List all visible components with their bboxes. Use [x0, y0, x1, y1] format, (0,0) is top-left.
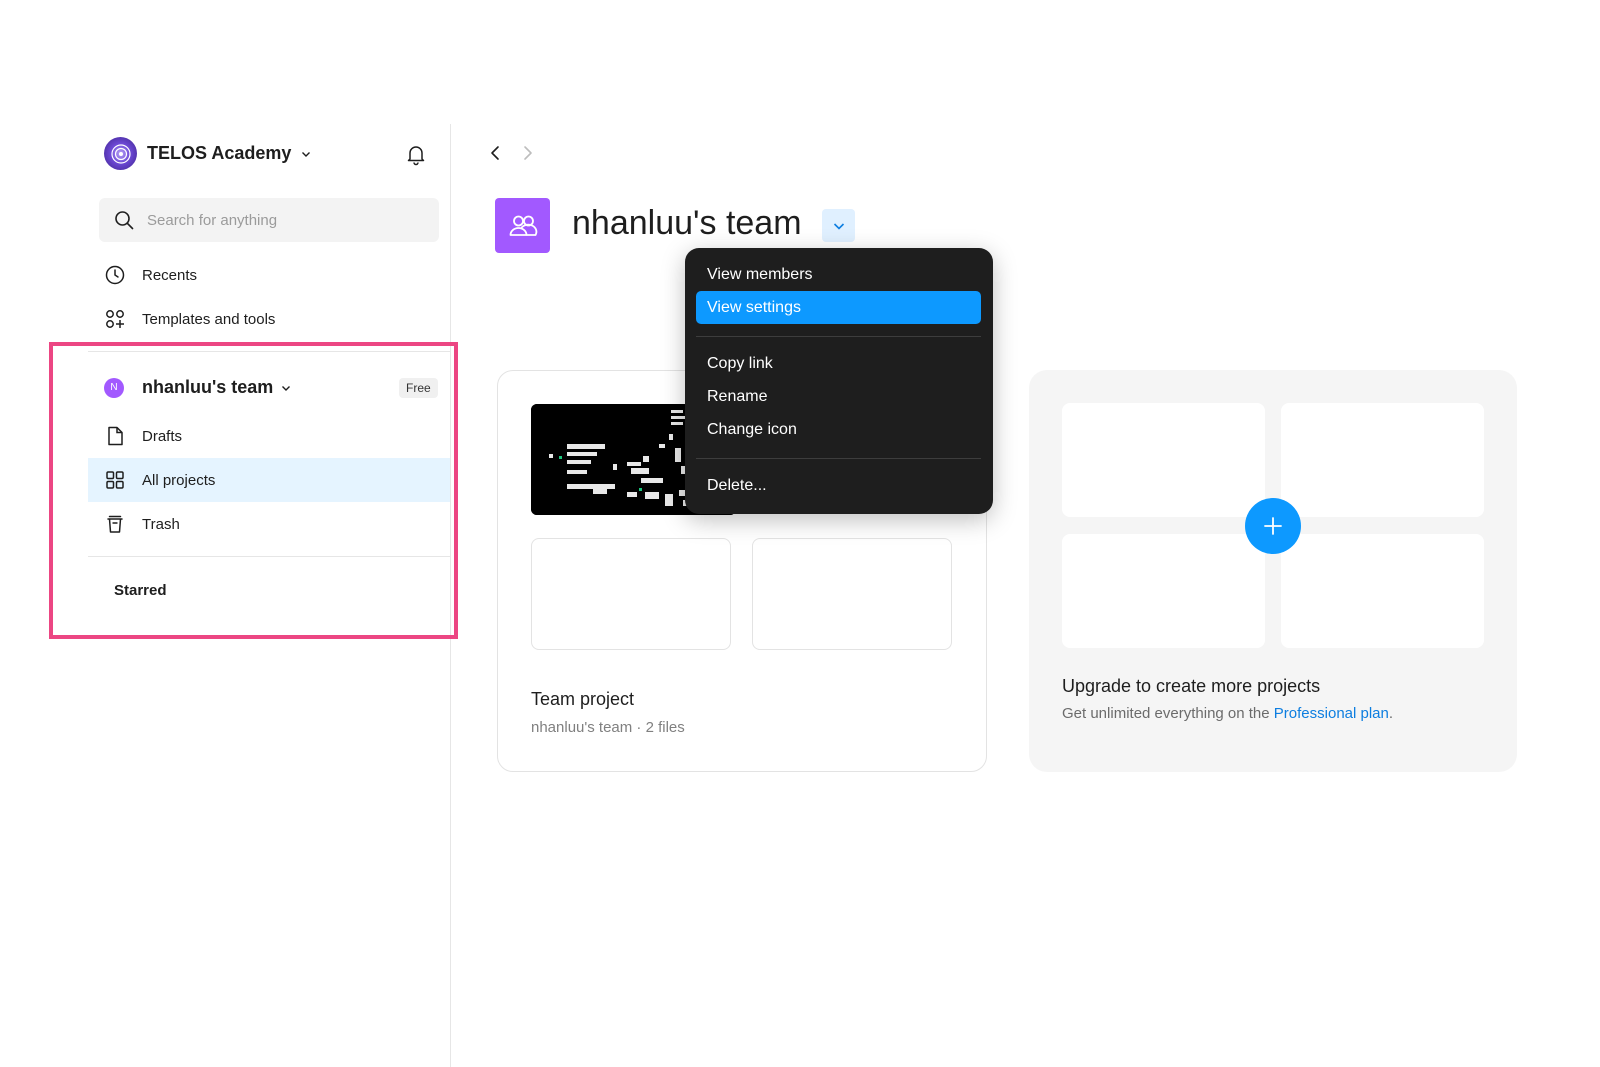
- plan-badge: Free: [399, 378, 438, 398]
- menu-item-label: View members: [707, 265, 813, 283]
- sidebar-divider-line: [88, 351, 450, 352]
- grid-icon: [106, 471, 124, 489]
- project-subtitle: nhanluu's team · 2 files: [531, 719, 685, 736]
- clock-icon: [105, 265, 125, 285]
- menu-item-label: Rename: [707, 387, 768, 405]
- forward-arrow-icon[interactable]: [516, 141, 540, 165]
- menu-item-view-settings[interactable]: View settings: [696, 291, 981, 324]
- file-icon: [108, 426, 123, 446]
- org-logo-icon: [110, 143, 131, 164]
- org-logo: [104, 137, 137, 170]
- professional-plan-link[interactable]: Professional plan: [1274, 705, 1389, 722]
- placeholder-tile: [1281, 403, 1484, 517]
- menu-item-label: Delete...: [707, 476, 767, 494]
- team-switcher[interactable]: N nhanluu's team: [104, 377, 291, 398]
- placeholder-tile: [1062, 403, 1265, 517]
- upgrade-title: Upgrade to create more projects: [1062, 676, 1321, 696]
- plus-icon: [1264, 517, 1282, 535]
- back-arrow-icon[interactable]: [483, 141, 507, 165]
- sidebar-item-templates[interactable]: Templates and tools: [88, 297, 450, 341]
- sidebar-item-label: Trash: [142, 515, 180, 533]
- templates-icon: [106, 310, 124, 328]
- upgrade-subtitle-text: Get unlimited everything on the: [1062, 705, 1274, 722]
- search-field[interactable]: [99, 198, 439, 242]
- menu-item-copy-link[interactable]: Copy link: [696, 347, 981, 380]
- sidebar-item-label: Templates and tools: [142, 310, 276, 328]
- menu-item-label: View settings: [707, 298, 801, 316]
- create-project-button[interactable]: [1245, 498, 1301, 554]
- menu-item-change-icon[interactable]: Change icon: [696, 413, 981, 446]
- bell-icon[interactable]: [404, 142, 428, 166]
- search-icon: [115, 211, 134, 230]
- menu-item-view-members[interactable]: View members: [696, 258, 981, 291]
- menu-separator: [696, 336, 981, 337]
- page-title: nhanluu's team: [572, 204, 802, 242]
- team-context-menu: View members View settings Copy link Ren…: [685, 248, 993, 514]
- menu-item-label: Copy link: [707, 354, 773, 372]
- starred-heading: Starred: [114, 582, 167, 599]
- sidebar-divider: [450, 124, 451, 1067]
- team-options-dropdown[interactable]: [822, 209, 855, 242]
- sidebar-item-trash[interactable]: Trash: [88, 502, 450, 546]
- chevron-down-icon: [282, 385, 291, 391]
- sidebar-item-label: Drafts: [142, 427, 183, 445]
- team-avatar: N: [104, 377, 124, 398]
- sidebar-divider-line: [88, 556, 450, 557]
- chevron-down-icon: [833, 222, 844, 230]
- placeholder-tile: [1062, 534, 1265, 648]
- menu-item-rename[interactable]: Rename: [696, 380, 981, 413]
- sidebar-item-all-projects[interactable]: All projects: [88, 458, 450, 502]
- placeholder-tile: [1281, 534, 1484, 648]
- team-icon-tile: [495, 198, 550, 253]
- upgrade-subtitle-suffix: .: [1388, 705, 1394, 722]
- team-name: nhanluu's team: [142, 377, 274, 397]
- file-thumbnail-empty[interactable]: [752, 538, 952, 650]
- sidebar-item-label: Recents: [142, 266, 198, 284]
- project-title: Team project: [531, 689, 635, 709]
- org-switcher[interactable]: TELOS Academy: [104, 137, 311, 170]
- sidebar-item-recents[interactable]: Recents: [88, 253, 450, 297]
- file-thumbnail-empty[interactable]: [531, 538, 731, 650]
- menu-item-label: Change icon: [707, 420, 797, 438]
- menu-separator: [696, 458, 981, 459]
- search-input[interactable]: [145, 210, 429, 230]
- menu-item-delete[interactable]: Delete...: [696, 469, 981, 502]
- sidebar-item-drafts[interactable]: Drafts: [88, 414, 450, 458]
- sidebar-item-label: All projects: [142, 471, 216, 489]
- chevron-down-icon: [302, 151, 311, 157]
- upgrade-subtitle: Get unlimited everything on the Professi…: [1062, 705, 1393, 722]
- org-name: TELOS Academy: [147, 143, 292, 163]
- trash-icon: [107, 515, 123, 533]
- team-members-icon: [509, 215, 537, 236]
